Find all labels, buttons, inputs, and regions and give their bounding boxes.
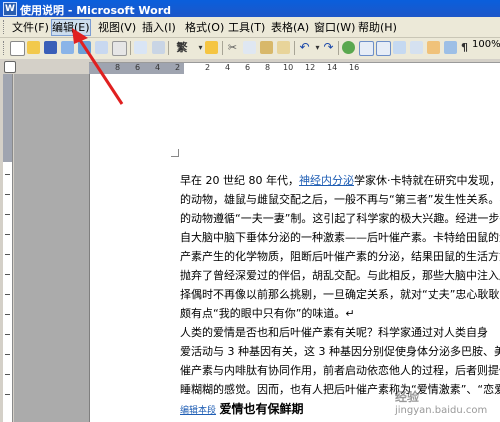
annotation-arrow-icon bbox=[72, 28, 124, 105]
